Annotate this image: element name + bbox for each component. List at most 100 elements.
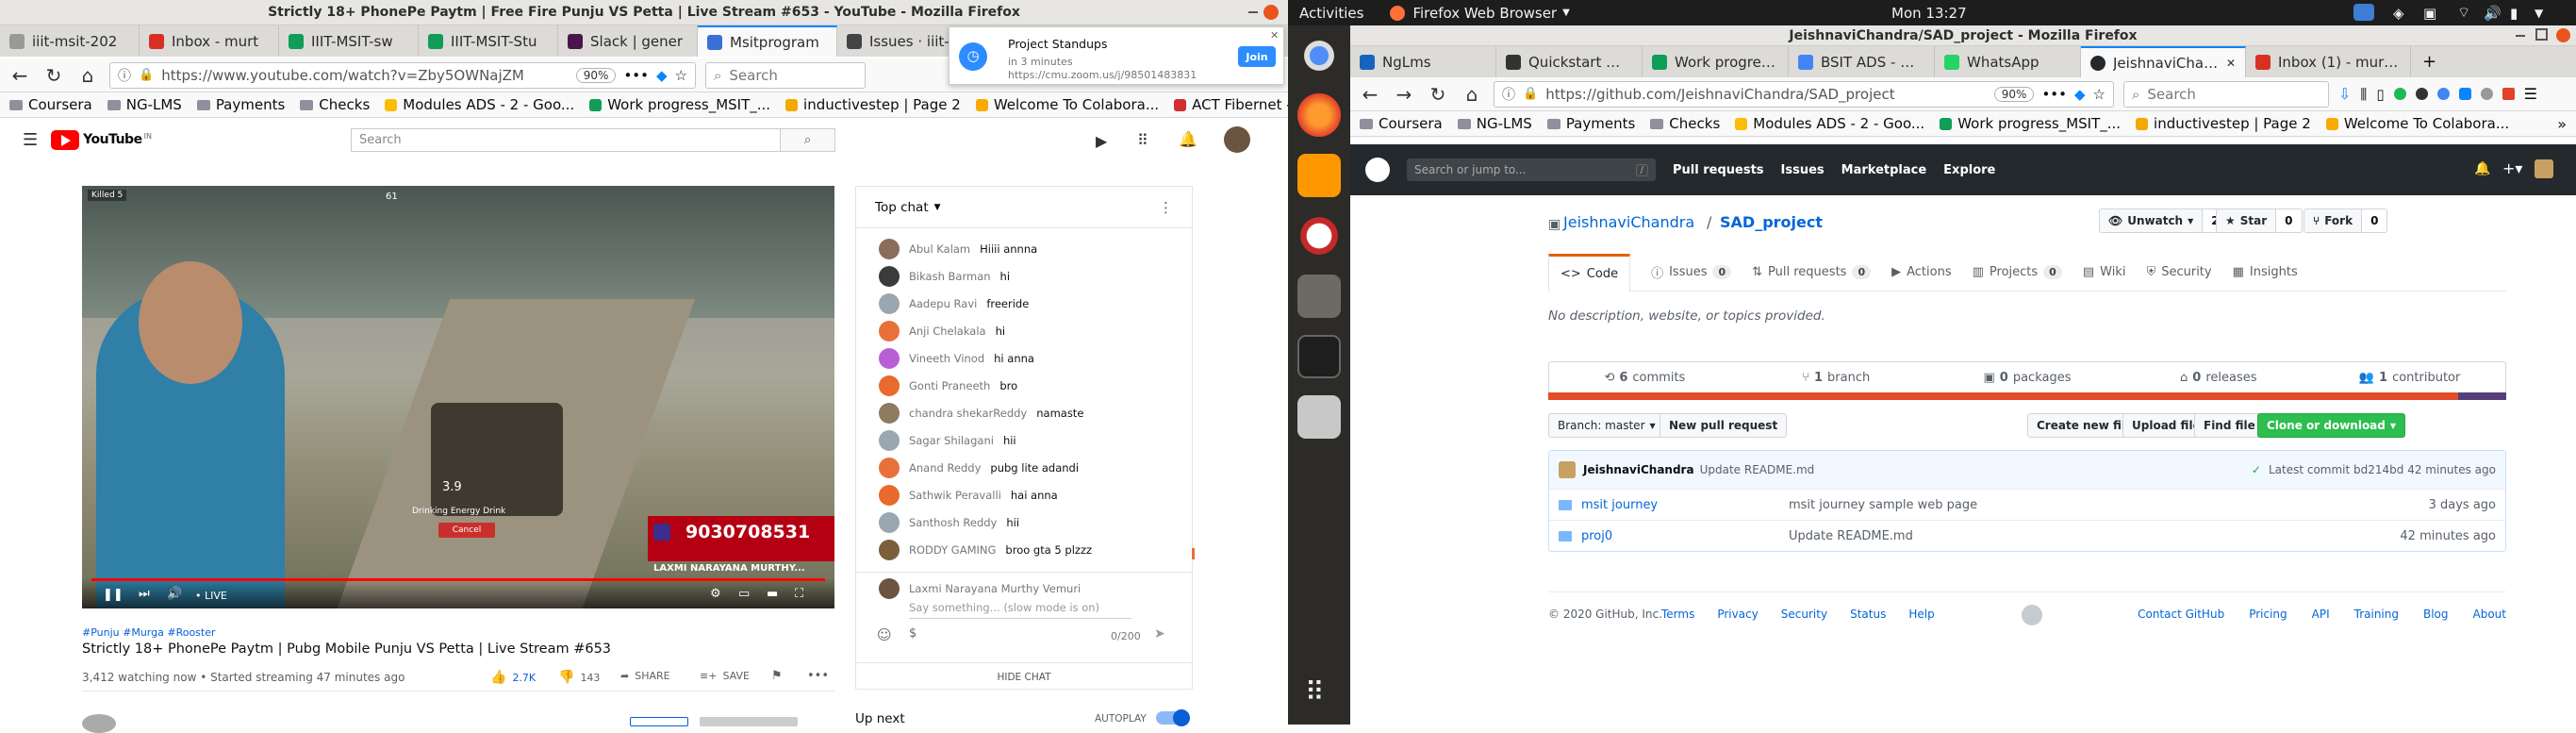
zoom-tray-icon[interactable] (2353, 4, 2374, 21)
url-bar[interactable]: ⓘ 🔒 https://github.com/JeishnaviChandra/… (1494, 80, 2114, 108)
theater-mode-icon[interactable]: ▬ (767, 587, 778, 601)
search-input[interactable]: Search ⌕ (351, 128, 835, 152)
video-player[interactable]: Killed 5 61 3.9 Drinking Energy Drink Ca… (82, 186, 834, 608)
browser-tab[interactable]: BSIT ADS - Googl (1789, 46, 1935, 77)
menu-icon[interactable]: ☰ (23, 130, 38, 150)
find-file-button[interactable]: Find file (2194, 413, 2265, 438)
github-logo-icon[interactable] (1365, 158, 1390, 182)
commit-message[interactable]: Update README.md (1700, 463, 1815, 476)
bookmark-item[interactable]: inductivestep | Page 2 (785, 96, 961, 113)
autoplay-toggle[interactable] (1156, 709, 1190, 726)
zoom-level[interactable]: 90% (575, 67, 617, 83)
packages-link[interactable]: ▣ 0 packages (1932, 371, 2123, 385)
search-button[interactable]: ⌕ (780, 129, 834, 151)
star-count[interactable]: 0 (2276, 208, 2303, 233)
chat-message[interactable]: Abul Kalam Hiiii annna (856, 235, 1192, 262)
installer-icon[interactable] (1297, 395, 1341, 439)
footer-link[interactable]: Blog (2423, 608, 2449, 621)
chat-message[interactable]: Gonti Praneeth bro (856, 372, 1192, 399)
clone-download-button[interactable]: Clone or download ▼ (2257, 413, 2406, 438)
hide-chat-button[interactable]: HIDE CHAT (856, 662, 1192, 691)
tab-projects[interactable]: ▥ Projects 0 (1973, 253, 2062, 291)
emoji-icon[interactable]: ☺ (877, 626, 892, 643)
chat-message[interactable]: Anand Reddy pubg lite adandi (856, 454, 1192, 481)
tab-wiki[interactable]: ▤ Wiki (2083, 253, 2126, 291)
bookmark-item[interactable]: Checks (300, 96, 370, 113)
fork-count[interactable]: 0 (2362, 208, 2388, 233)
firefox-icon[interactable] (1297, 93, 1341, 137)
volume-icon[interactable]: 🔊 (2484, 5, 2502, 22)
bookmark-item[interactable]: NG-LMS (107, 96, 182, 113)
file-name[interactable]: msit journey (1581, 498, 1789, 512)
terminal-tray-icon[interactable]: ▣ (2423, 5, 2436, 22)
show-applications-icon[interactable]: ⠿ (1305, 676, 1325, 708)
zoom-level[interactable]: 90% (1993, 86, 2035, 102)
file-row[interactable]: proj0 Update README.md 42 minutes ago (1549, 520, 2505, 551)
bookmark-item[interactable]: Work progress_MSIT_... (589, 96, 770, 113)
notifications-bell-icon[interactable]: 🔔 (2474, 161, 2490, 176)
bookmark-item[interactable]: Modules ADS - 2 - Goo... (1735, 115, 1924, 132)
bookmark-item[interactable]: inductivestep | Page 2 (2136, 115, 2311, 132)
chat-message[interactable]: RODDY GAMING broo gta 5 plzzz (856, 536, 1192, 563)
file-commit-message[interactable]: Update README.md (1789, 529, 2400, 543)
browser-tab[interactable]: Work progress_M (1643, 46, 1789, 77)
bookmark-item[interactable]: Coursera (9, 96, 92, 113)
dislike-button[interactable]: 👎 143 (558, 670, 600, 685)
chat-message[interactable]: Bikash Barman hi (856, 262, 1192, 290)
repo-name-link[interactable]: SAD_project (1720, 213, 1823, 231)
footer-link[interactable]: Pricing (2249, 608, 2287, 621)
bookmark-item[interactable]: Coursera (1360, 115, 1443, 132)
library-icon[interactable]: ⫼ (2360, 86, 2367, 103)
back-arrow-icon[interactable]: ← (8, 63, 32, 88)
downloads-icon[interactable]: ⇩ (2338, 85, 2351, 103)
file-name[interactable]: proj0 (1581, 529, 1789, 543)
terminal-icon[interactable] (1297, 335, 1341, 378)
search-bar[interactable]: ⌕ Search (705, 61, 866, 89)
pause-icon[interactable]: ❚❚ (103, 588, 124, 602)
avatar[interactable] (2535, 159, 2553, 178)
chat-scrollbar[interactable] (1192, 548, 1195, 559)
close-icon[interactable]: ✕ (1270, 29, 1279, 42)
url-bar[interactable]: ⓘ 🔒 https://www.youtube.com/watch?v=Zby5… (109, 61, 696, 89)
volume-icon[interactable]: 🔊 (167, 587, 182, 601)
chevron-down-icon[interactable]: ▼ (934, 203, 941, 212)
file-row[interactable]: msit journey msit journey sample web page… (1549, 489, 2505, 520)
flag-icon[interactable]: ⚑ (771, 669, 783, 683)
close-icon[interactable] (2556, 28, 2570, 42)
file-commit-message[interactable]: msit journey sample web page (1789, 498, 2429, 512)
browser-tab[interactable]: IIIT-MSIT-sw (279, 25, 419, 57)
bookmark-item[interactable]: Welcome To Colabora... (2325, 115, 2509, 132)
browser-tab[interactable]: Slack | gener (558, 25, 698, 57)
bookmark-item[interactable]: Modules ADS - 2 - Goo... (385, 96, 574, 113)
chat-message[interactable]: chandra shekarReddy namaste (856, 399, 1192, 426)
contributors-link[interactable]: 👥 1 contributor (2314, 371, 2505, 385)
notifications-bell-icon[interactable]: 🔔 (1179, 130, 1197, 148)
create-video-icon[interactable]: ▶ (1096, 132, 1107, 150)
video-hashtags[interactable]: #Punju #Murga #Rooster (82, 626, 216, 639)
more-vert-icon[interactable]: ⋮ (1159, 199, 1173, 216)
bookmark-item[interactable]: NG-LMS (1457, 115, 1532, 132)
close-icon[interactable] (1263, 5, 1279, 20)
bookmark-item[interactable]: Welcome To Colabora... (975, 96, 1159, 113)
chat-message[interactable]: Aadepu Ravi freeride (856, 290, 1192, 317)
overflow-chevron-icon[interactable]: » (2557, 115, 2567, 133)
notification-link[interactable]: https://cmu.zoom.us/j/98501483831 (1008, 69, 1197, 81)
fullscreen-icon[interactable]: ⛶ (795, 587, 803, 601)
close-tab-icon[interactable]: ✕ (2226, 57, 2236, 70)
bookmark-star-icon[interactable]: ☆ (675, 67, 687, 84)
back-arrow-icon[interactable]: ← (1358, 82, 1382, 107)
settings-gear-icon[interactable]: ⚙ (710, 587, 721, 601)
sidebar-icon[interactable]: ▯ (2376, 86, 2384, 103)
files-icon[interactable] (1297, 275, 1341, 318)
tab-pull-requests[interactable]: ⇅ Pull requests 0 (1752, 253, 1872, 291)
app-menu[interactable]: Firefox Web Browser (1412, 5, 1557, 22)
chat-message[interactable]: Vineeth Vinod hi anna (856, 344, 1192, 372)
super-chat-icon[interactable]: $ (909, 626, 916, 641)
battery-icon[interactable]: ▮ (2510, 5, 2518, 22)
page-actions-icon[interactable]: ••• (623, 67, 649, 84)
join-channel-button[interactable] (630, 717, 688, 726)
home-icon[interactable]: ⌂ (1460, 82, 1484, 107)
reload-icon[interactable]: ↻ (41, 63, 66, 88)
latest-commit-info[interactable]: Latest commit bd214bd 42 minutes ago (2269, 463, 2496, 476)
browser-tab[interactable]: iiit-msit-202 (0, 25, 140, 57)
